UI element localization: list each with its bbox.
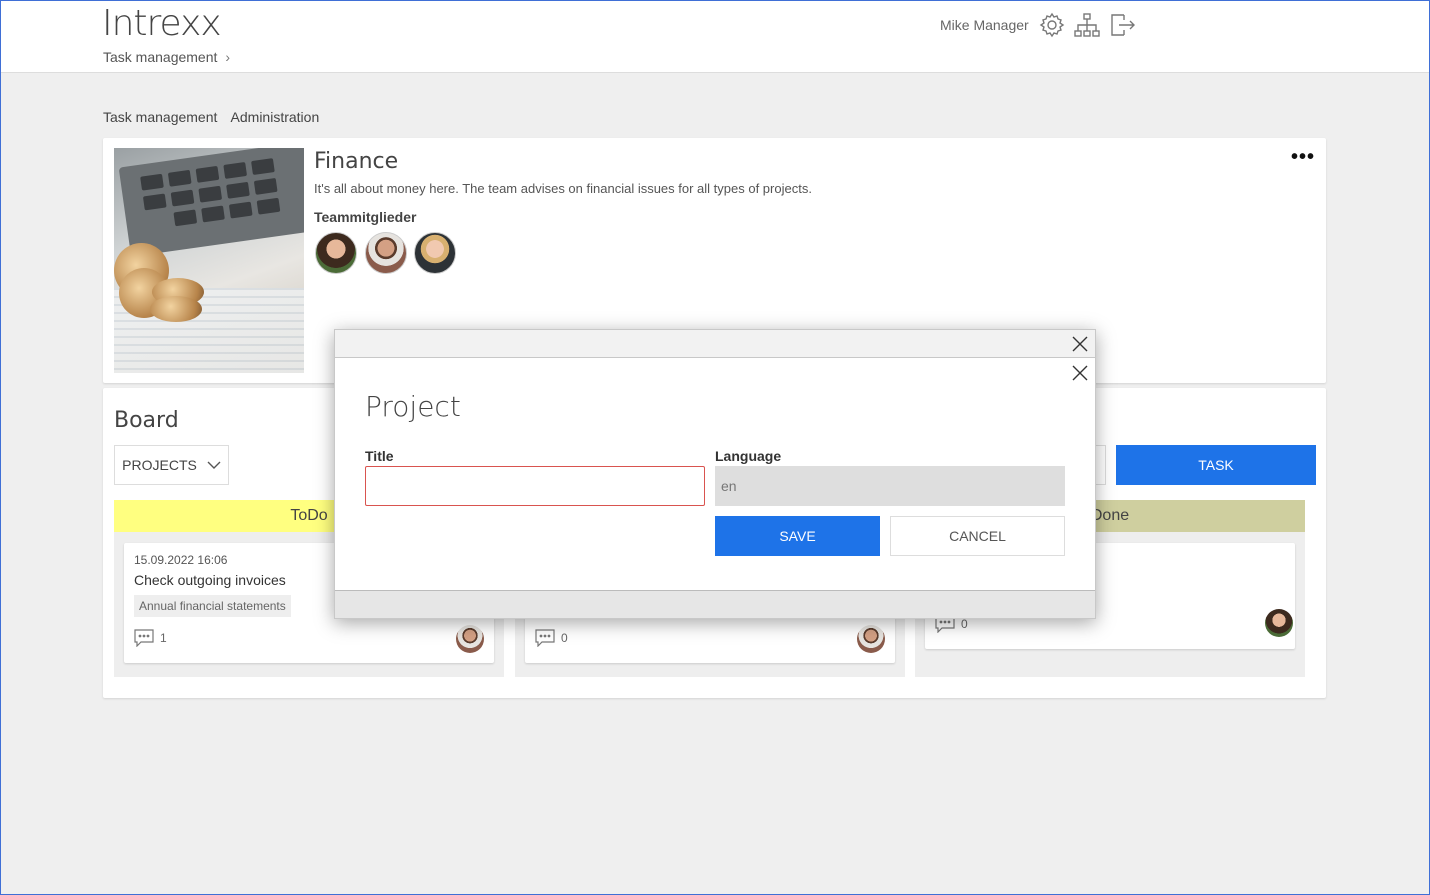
- team-image: [114, 148, 304, 373]
- title-label: Title: [365, 448, 394, 464]
- add-task-button[interactable]: TASK: [1116, 445, 1316, 485]
- dialog-titlebar: [335, 330, 1095, 358]
- board-title: Board: [114, 408, 179, 433]
- comment-count[interactable]: 1: [134, 629, 167, 647]
- task-date: 15.09.2022 16:06: [134, 553, 228, 567]
- members-label: Teammitglieder: [314, 209, 417, 225]
- comment-count-value: 0: [961, 617, 968, 631]
- cancel-button[interactable]: CANCEL: [890, 516, 1065, 556]
- comment-icon: [535, 629, 555, 647]
- task-tag: Annual financial statements: [134, 595, 291, 617]
- assignee-avatar[interactable]: [456, 625, 484, 653]
- assignee-avatar[interactable]: [857, 625, 885, 653]
- user-name[interactable]: Mike Manager: [940, 17, 1029, 33]
- project-dialog: Project Title Language en SAVE CANCEL: [335, 358, 1095, 591]
- intrexx-logo[interactable]: Intrexx: [102, 3, 222, 44]
- member-avatar[interactable]: [414, 232, 456, 274]
- language-label: Language: [715, 448, 782, 464]
- chevron-down-icon: [207, 461, 221, 469]
- dialog-window: Project Title Language en SAVE CANCEL: [334, 329, 1096, 619]
- breadcrumb[interactable]: Task management ›: [103, 49, 230, 65]
- more-options-icon[interactable]: •••: [1291, 146, 1315, 169]
- app-header: Intrexx Task management › Mike Manager: [1, 1, 1429, 73]
- member-avatar[interactable]: [315, 232, 357, 274]
- nav-task-management[interactable]: Task management: [103, 109, 217, 125]
- task-title: Check outgoing invoices: [134, 572, 286, 588]
- close-icon[interactable]: [1071, 364, 1089, 382]
- logout-icon[interactable]: [1108, 11, 1136, 39]
- comment-count[interactable]: 0: [535, 629, 568, 647]
- nav-administration[interactable]: Administration: [231, 109, 320, 125]
- close-icon[interactable]: [1071, 335, 1089, 353]
- comment-count-value: 1: [160, 631, 167, 645]
- language-field[interactable]: en: [715, 466, 1065, 506]
- sitemap-icon[interactable]: [1073, 11, 1101, 39]
- chevron-right-icon: ›: [225, 49, 231, 65]
- member-avatar[interactable]: [365, 232, 407, 274]
- team-title: Finance: [314, 149, 399, 174]
- title-input[interactable]: [365, 466, 705, 506]
- gear-icon[interactable]: [1038, 11, 1066, 39]
- team-description: It's all about money here. The team advi…: [314, 181, 812, 196]
- calculator-graphic: [118, 148, 304, 257]
- comment-count-value: 0: [561, 631, 568, 645]
- dialog-title: Project: [365, 390, 461, 423]
- breadcrumb-item[interactable]: Task management: [103, 49, 217, 65]
- assignee-avatar[interactable]: [1265, 609, 1293, 637]
- projects-dropdown-label: PROJECTS: [122, 457, 197, 473]
- projects-dropdown[interactable]: PROJECTS: [114, 445, 229, 485]
- comment-icon: [134, 629, 154, 647]
- sub-navigation: Task management Administration: [103, 109, 329, 125]
- save-button[interactable]: SAVE: [715, 516, 880, 556]
